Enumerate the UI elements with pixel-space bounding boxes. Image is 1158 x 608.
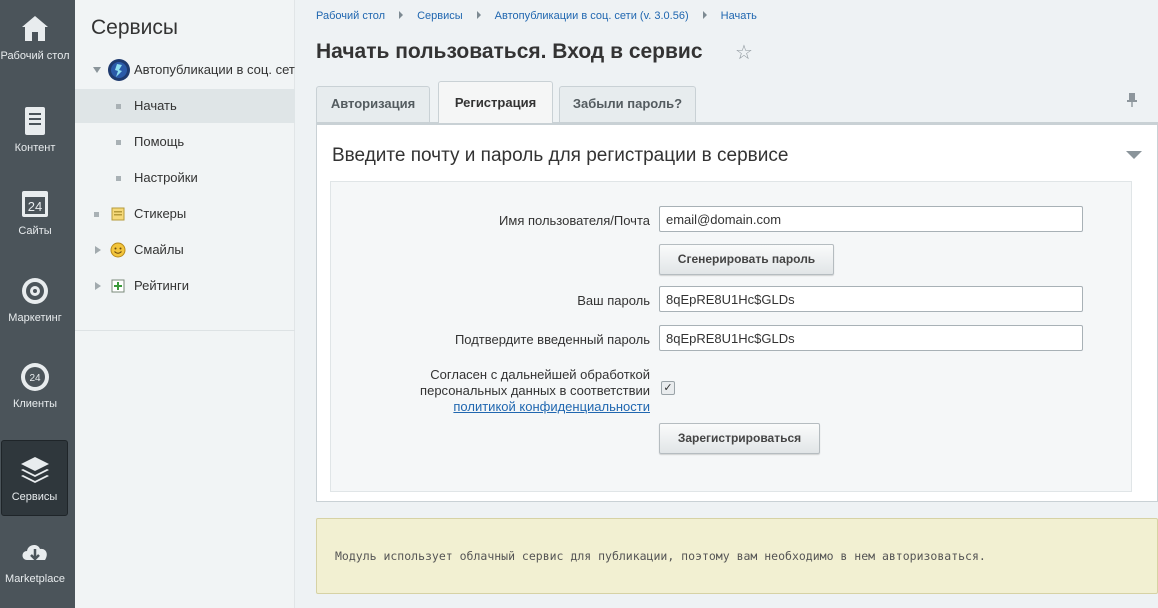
breadcrumb-link[interactable]: Автопубликации в соц. сети (v. 3.0.56): [495, 10, 689, 22]
bullet-icon: [116, 104, 121, 109]
bullet-icon: [116, 176, 121, 181]
target-icon: [22, 278, 48, 304]
menu-item-label: Смайлы: [134, 242, 184, 257]
menu-item-stickers[interactable]: Стикеры: [75, 197, 295, 231]
sticker-icon: [111, 207, 125, 221]
consent-checkbox[interactable]: ✓: [661, 381, 675, 395]
chevron-right-icon: [702, 11, 707, 19]
chevron-down-icon[interactable]: [93, 67, 101, 73]
notice-text: Модуль использует облачный сервис для пу…: [335, 549, 986, 563]
home-icon: [22, 16, 48, 41]
rail-item-services[interactable]: Сервисы: [1, 440, 68, 516]
document-icon: [25, 107, 45, 135]
confirm-password-label: Подтвердите введенный пароль: [454, 332, 650, 347]
privacy-policy-link[interactable]: политикой конфиденциальности: [453, 399, 650, 414]
menu-item-label: Начать: [134, 98, 177, 113]
menu-item-settings[interactable]: Настройки: [75, 161, 295, 195]
breadcrumb-link[interactable]: Начать: [721, 10, 757, 22]
username-input[interactable]: [659, 206, 1083, 232]
rail-label: Контент: [14, 142, 56, 154]
bullet-icon: [116, 140, 121, 145]
rail-item-content[interactable]: Контент: [0, 104, 70, 155]
page-title: Начать пользоваться. Вход в сервис: [316, 40, 703, 63]
bullet-icon: [94, 212, 99, 217]
crm-24-icon: 24: [21, 363, 49, 391]
generate-password-button[interactable]: Сгенерировать пароль: [659, 244, 834, 275]
layers-icon: [20, 457, 49, 483]
chevron-right-icon[interactable]: [95, 282, 101, 290]
rail-item-clients[interactable]: 24 Клиенты: [0, 360, 70, 411]
svg-text:24: 24: [29, 373, 41, 384]
chevron-right-icon: [399, 11, 404, 19]
registration-form: Имя пользователя/Почта Сгенерировать пар…: [330, 181, 1132, 492]
rating-icon: [111, 279, 125, 293]
calendar-24-icon: 24: [22, 191, 48, 217]
password-label: Ваш пароль: [577, 293, 650, 308]
menu-title: Сервисы: [91, 16, 179, 39]
main-content: Рабочий стол Сервисы Автопубликации в соц.…: [295, 0, 1158, 608]
register-button[interactable]: Зарегистрироваться: [659, 423, 820, 454]
menu-item-label: Помощь: [134, 134, 185, 149]
menu-item-help[interactable]: Помощь: [75, 125, 295, 159]
rail-label: Рабочий стол: [0, 50, 70, 62]
menu-item-label: Рейтинги: [134, 278, 189, 293]
tab-authorization[interactable]: Авторизация: [316, 86, 430, 122]
autopublish-app-icon: [108, 59, 130, 81]
menu-item-label: Стикеры: [134, 206, 187, 221]
breadcrumb-link[interactable]: Рабочий стол: [316, 10, 385, 22]
breadcrumb-link[interactable]: Сервисы: [417, 10, 463, 22]
menu-item-label: Автопубликации в соц. сетях: [134, 62, 295, 77]
star-icon[interactable]: ☆: [735, 40, 753, 65]
cloud-download-icon: [22, 545, 47, 561]
menu-item-ratings[interactable]: Рейтинги: [75, 269, 295, 303]
menu-divider: [75, 330, 295, 331]
rail-label: Сайты: [18, 225, 52, 237]
pin-icon[interactable]: [1125, 92, 1139, 112]
tab-registration[interactable]: Регистрация: [438, 81, 553, 123]
chevron-right-icon[interactable]: [95, 246, 101, 254]
tab-forgot-password[interactable]: Забыли пароль?: [559, 86, 696, 122]
info-notice: Модуль использует облачный сервис для пу…: [316, 518, 1158, 594]
confirm-password-input[interactable]: [659, 325, 1083, 351]
username-label: Имя пользователя/Почта: [499, 213, 650, 228]
menu-item-autopublish[interactable]: Автопубликации в соц. сетях: [75, 53, 295, 87]
menu-item-start[interactable]: Начать: [75, 89, 295, 123]
left-rail: Рабочий стол Контент 24 Сайты Маркетинг …: [0, 0, 75, 608]
menu-item-label: Настройки: [134, 170, 198, 185]
consent-line: персональных данных в соответствии: [420, 383, 650, 398]
rail-label: Сервисы: [11, 491, 58, 503]
panel-title: Введите почту и пароль для регистрации в…: [332, 145, 789, 166]
rail-label: Клиенты: [12, 398, 58, 410]
consent-text: Согласен с дальнейшей обработкой персона…: [420, 367, 650, 415]
svg-text:24: 24: [28, 199, 42, 214]
smile-icon: [110, 242, 126, 258]
password-input[interactable]: [659, 286, 1083, 312]
breadcrumb: Рабочий стол Сервисы Автопубликации в соц.…: [316, 10, 757, 22]
rail-label: Marketplace: [5, 573, 65, 585]
registration-panel: Введите почту и пароль для регистрации в…: [316, 122, 1158, 502]
menu-item-smiles[interactable]: Смайлы: [75, 233, 295, 267]
rail-label: Маркетинг: [8, 312, 62, 324]
consent-line: Согласен с дальнейшей обработкой: [430, 367, 650, 382]
rail-item-marketplace[interactable]: Marketplace: [0, 535, 70, 586]
chevron-right-icon: [476, 11, 481, 19]
services-menu: Сервисы Автопубликации в соц. сетях Нача…: [75, 0, 295, 608]
collapse-icon[interactable]: [1126, 151, 1142, 159]
rail-item-desktop[interactable]: Рабочий стол: [0, 12, 70, 63]
rail-item-marketing[interactable]: Маркетинг: [0, 274, 70, 325]
rail-item-sites[interactable]: 24 Сайты: [0, 187, 70, 238]
